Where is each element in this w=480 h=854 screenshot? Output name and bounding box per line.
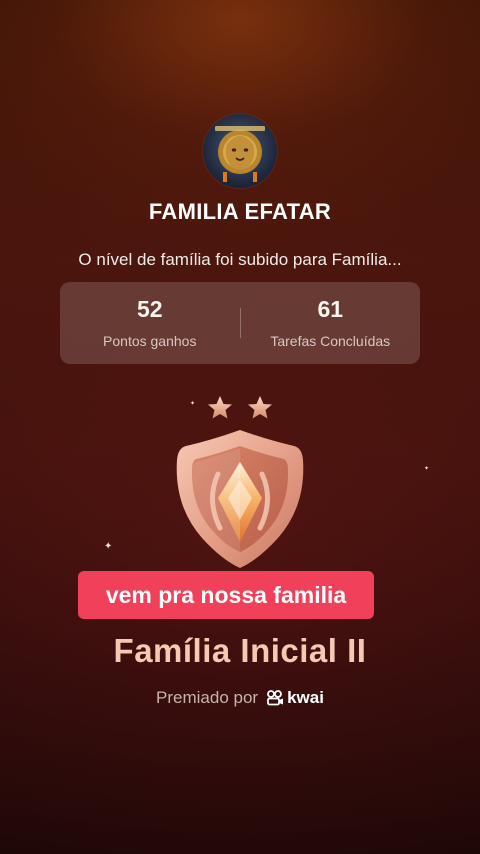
kwai-brand-name: kwai — [287, 688, 324, 707]
star-icon — [208, 396, 232, 419]
sparkle-icon: ✦ — [104, 541, 113, 552]
sparkle-icon: ✦ — [424, 466, 430, 472]
star-icon — [248, 396, 272, 419]
family-level-title: Família Inicial II — [113, 632, 367, 669]
kwai-logo-icon — [267, 690, 284, 706]
stat-label: Pontos ganhos — [103, 332, 197, 349]
shield-badge-icon — [176, 396, 304, 568]
stat-value: 61 — [317, 295, 344, 322]
caption-banner: vem pra nossa familia — [78, 571, 374, 619]
stat-points-earned: 52 Pontos ganhos — [60, 295, 240, 349]
family-name: FAMILIA EFATAR — [148, 199, 332, 224]
family-avatar[interactable] — [203, 114, 277, 188]
level-up-message: O nível de família foi subido para Famíl… — [78, 250, 402, 269]
lion-emblem-icon — [215, 126, 265, 182]
stat-tasks-completed: 61 Tarefas Concluídas — [241, 295, 421, 349]
awarded-by-row: Premiado por kwai — [0, 688, 480, 708]
stat-label: Tarefas Concluídas — [270, 332, 391, 349]
stats-card: 52 Pontos ganhos 61 Tarefas Concluídas — [60, 282, 420, 364]
family-level-badge — [160, 388, 320, 574]
stat-value: 52 — [136, 295, 163, 322]
kwai-logo: kwai — [266, 688, 324, 708]
awarded-by-label: Premiado por — [156, 688, 259, 707]
